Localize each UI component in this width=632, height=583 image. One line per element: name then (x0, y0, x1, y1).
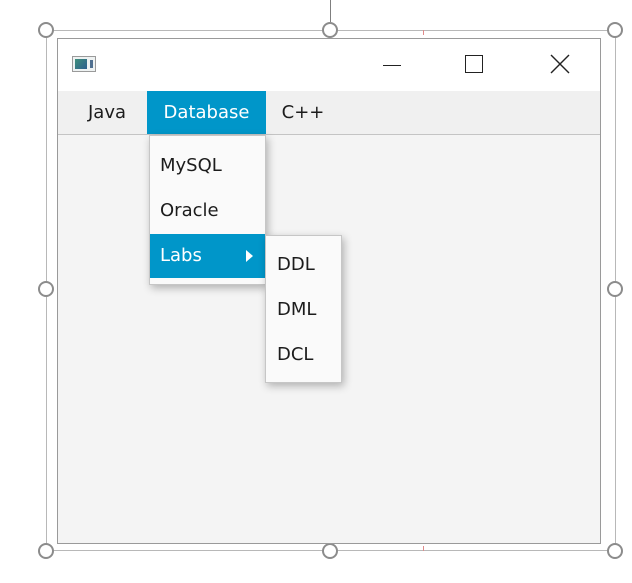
resize-handle-left[interactable] (38, 281, 54, 297)
database-dropdown-menu: MySQL Oracle Labs (149, 135, 266, 285)
menu-item-oracle[interactable]: Oracle (150, 189, 265, 233)
title-bar (58, 39, 600, 91)
menu-java[interactable]: Java (72, 91, 142, 134)
close-icon (550, 54, 570, 74)
minimize-icon (383, 65, 401, 66)
menu-item-labs-label: Labs (160, 245, 202, 266)
resize-handle-bottom-left[interactable] (38, 543, 54, 559)
app-window: Java Database C++ MySQL Oracle Labs DDL … (57, 38, 601, 544)
resize-handle-bottom[interactable] (322, 543, 338, 559)
maximize-icon (465, 55, 483, 73)
rotation-handle-line (330, 0, 331, 22)
maximize-button[interactable] (449, 39, 495, 91)
resize-handle-top-left[interactable] (38, 22, 54, 38)
menu-item-dcl[interactable]: DCL (266, 333, 341, 377)
labs-submenu: DDL DML DCL (265, 235, 342, 383)
chevron-right-icon (246, 250, 253, 262)
minimize-button[interactable] (367, 39, 413, 91)
resize-handle-top-right[interactable] (607, 22, 623, 38)
menu-item-labs[interactable]: Labs (150, 234, 265, 278)
menu-bar: Java Database C++ (58, 91, 600, 135)
resize-handle-top[interactable] (322, 22, 338, 38)
menu-cpp[interactable]: C++ (271, 91, 335, 134)
menu-item-dml[interactable]: DML (266, 288, 341, 332)
close-button[interactable] (535, 39, 581, 91)
resize-handle-right[interactable] (607, 281, 623, 297)
alignment-guide-top (423, 30, 424, 35)
menu-item-ddl[interactable]: DDL (266, 243, 341, 287)
alignment-guide-bottom (423, 546, 424, 551)
resize-handle-bottom-right[interactable] (607, 543, 623, 559)
app-window-icon (72, 56, 96, 72)
menu-database[interactable]: Database (147, 91, 266, 134)
menu-item-mysql[interactable]: MySQL (150, 144, 265, 188)
